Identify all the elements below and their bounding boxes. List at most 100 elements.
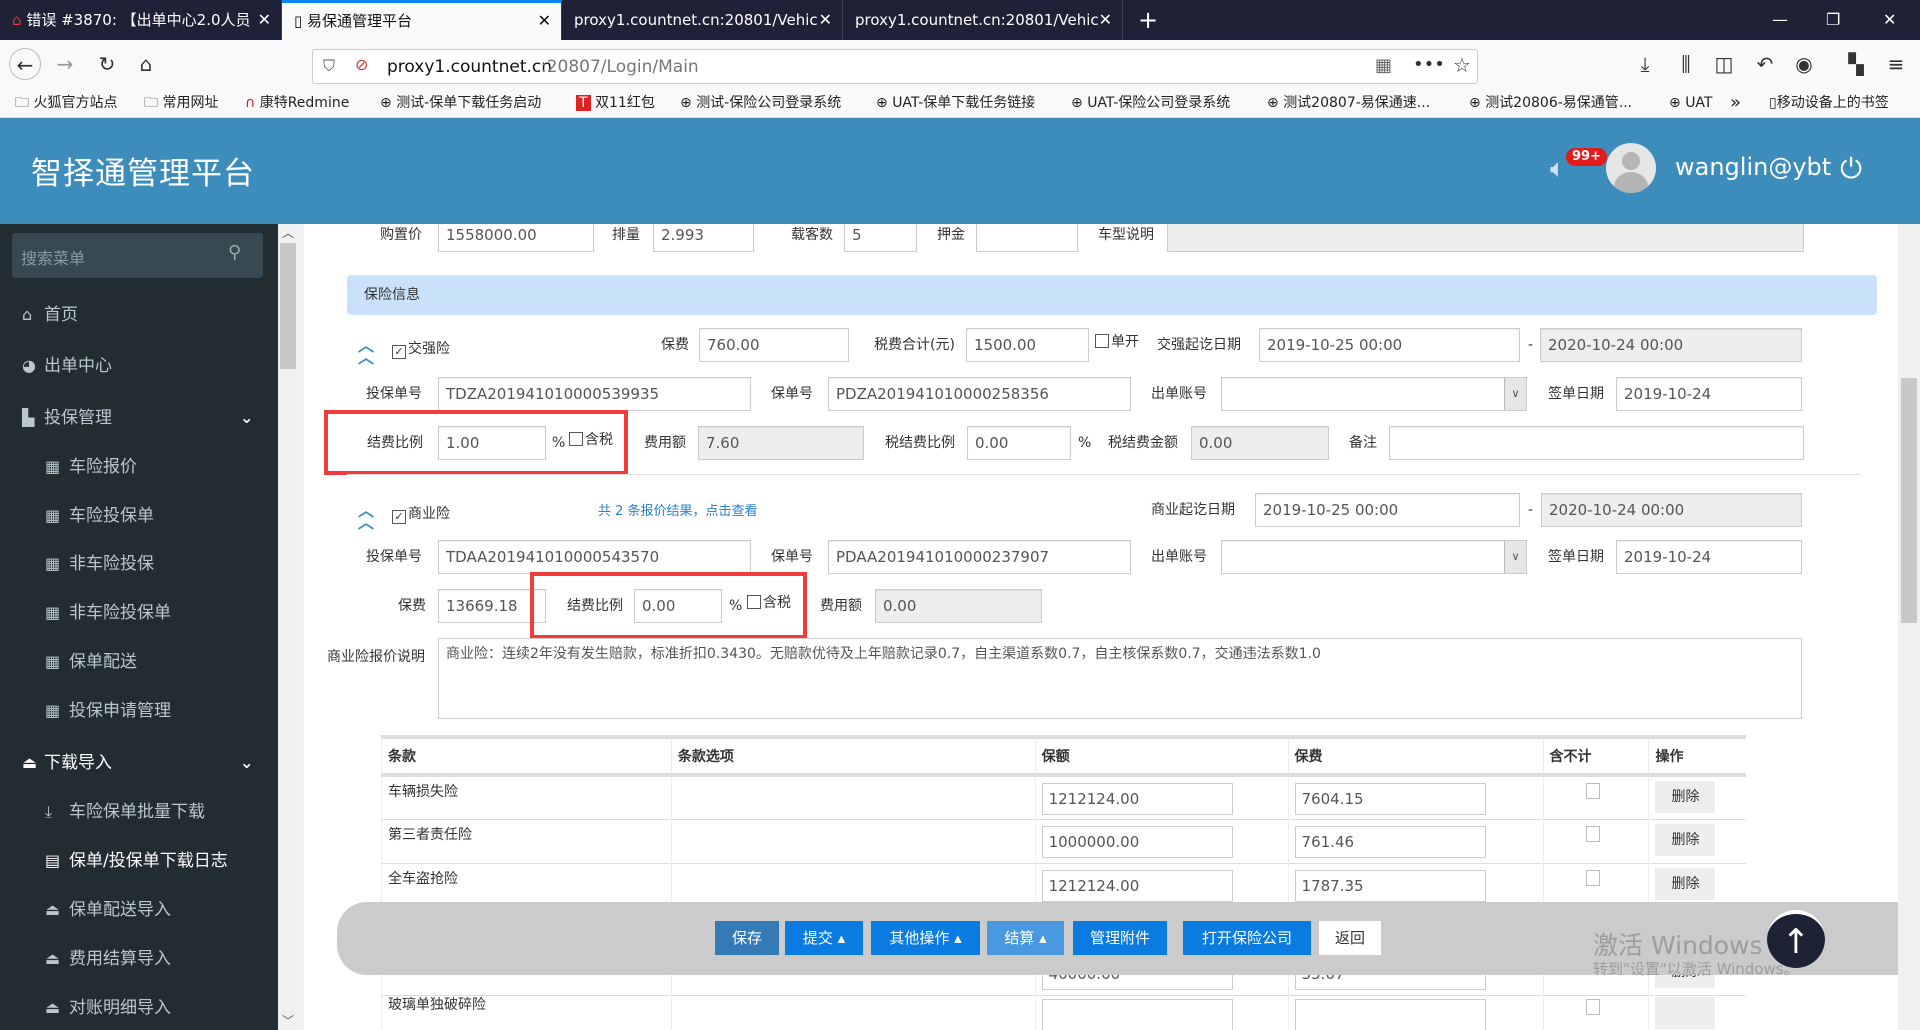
remark-input[interactable] (1389, 426, 1804, 460)
sign-date-input[interactable]: 2019-10-24 (1616, 540, 1802, 574)
bookmark-item[interactable]: ⊕ 测试20806-易保通管... (1469, 88, 1632, 118)
bookmark-star-icon[interactable]: ☆ (1453, 53, 1471, 77)
start-date-input[interactable]: 2019-10-25 00:00 (1259, 328, 1520, 362)
sidebar-item-non-auto[interactable]: ▦ 非车险投保 (0, 542, 278, 586)
sidebar-item-download-log[interactable]: ▤ 保单/投保单下载日志 (0, 839, 278, 883)
sidebar-item-batch-download[interactable]: ⤓ 车险保单批量下载 (0, 790, 278, 834)
sidebar-item-issuance-center[interactable]: ◕ 出单中心 (0, 344, 278, 388)
tax-total-input[interactable]: 1500.00 (966, 328, 1089, 362)
sidebar-item-reconcile-import[interactable]: ⏏ 对账明细导入 (0, 986, 278, 1030)
minimize-icon[interactable]: — (1772, 0, 1788, 40)
bookmark-item[interactable]: ∩ 康特Redmine (245, 88, 349, 118)
delete-button[interactable]: 删除 (1655, 823, 1716, 856)
policy-input[interactable]: PDAA201941010000237907 (828, 540, 1131, 574)
compulsory-checkbox[interactable]: ✓ 交强险 (392, 332, 450, 366)
page-scrollbar[interactable] (1898, 224, 1920, 1030)
delete-button[interactable] (1655, 996, 1716, 1029)
account-select[interactable]: ∨ (1221, 540, 1527, 574)
quote-results-link[interactable]: 共 2 条报价结果，点击查看 (598, 495, 758, 529)
end-date-input[interactable]: 2020-10-24 00:00 (1541, 493, 1802, 527)
tab-redmine-error[interactable]: ⌂ 错误 #3870: 【出单中心2.0人员 ✕ (0, 0, 282, 40)
power-icon[interactable]: ⏻ (1840, 152, 1862, 186)
bookmark-item[interactable]: ▯移动设备上的书签 (1769, 88, 1889, 118)
sidebar-item-quote[interactable]: ▦ 车险报价 (0, 445, 278, 489)
menu-search-input[interactable]: 搜索菜单 ⚲ (12, 233, 263, 278)
no-deductible-checkbox[interactable] (1585, 869, 1600, 886)
new-tab-button[interactable]: + (1138, 0, 1158, 40)
download-icon[interactable]: ⤓ (1629, 48, 1661, 80)
seats-input[interactable]: 5 (844, 224, 917, 252)
sidebar-item-proposal[interactable]: ▦ 车险投保单 (0, 494, 278, 538)
account-icon[interactable]: ◉ (1788, 48, 1820, 80)
sidebar-item-download-import[interactable]: ⏏ 下载导入 ⌄ (0, 741, 278, 785)
close-tab-icon[interactable]: ✕ (258, 0, 271, 40)
bookmark-item[interactable]: ⊕ 测试-保单下载任务启动 (380, 88, 541, 118)
start-date-input[interactable]: 2019-10-25 00:00 (1255, 493, 1520, 527)
bookmark-item[interactable]: ⊕ UAT-保险公司登录系统 (1071, 88, 1230, 118)
sidebar-item-home[interactable]: ⌂ 首页 (0, 293, 278, 337)
scrollbar-thumb[interactable] (280, 243, 296, 369)
avatar[interactable] (1606, 143, 1656, 193)
sidebar-item-delivery-import[interactable]: ⏏ 保单配送导入 (0, 888, 278, 932)
amount-input[interactable] (1041, 998, 1233, 1030)
more-icon[interactable]: ••• (1413, 54, 1445, 75)
back-to-top-icon[interactable]: ↑ (1767, 910, 1825, 968)
back-icon[interactable]: ← (9, 48, 41, 80)
tax-fee-ratio-input[interactable]: 0.00 (967, 426, 1071, 460)
tab-proxy-2[interactable]: proxy1.countnet.cn:20801/Vehic ✕ (843, 0, 1123, 40)
scrollbar-thumb[interactable] (1901, 378, 1917, 623)
sidebar-item-application[interactable]: ▦ 投保申请管理 (0, 689, 278, 733)
home-icon[interactable]: ⌂ (130, 48, 162, 80)
delete-button[interactable]: 删除 (1655, 781, 1716, 813)
extensions-icon[interactable]: ▚ (1840, 48, 1872, 80)
bookmark-item[interactable]: ⊕ 测试-保险公司登录系统 (680, 88, 841, 118)
bookmark-item[interactable]: T 双11红包 (576, 88, 655, 118)
save-button[interactable]: 保存 (715, 921, 779, 955)
deposit-input[interactable] (976, 224, 1078, 252)
sidebar-item-insurance-management[interactable]: ▙ 投保管理 ⌄ (0, 396, 278, 440)
tab-platform[interactable]: ▯ 易保通管理平台 ✕ (282, 0, 562, 40)
commercial-checkbox[interactable]: ✓ 商业险 (392, 497, 450, 531)
collapse-icon[interactable]: ︿ ︿ (358, 503, 374, 531)
reload-icon[interactable]: ↻ (91, 48, 123, 80)
no-deductible-checkbox[interactable] (1585, 783, 1600, 799)
account-select[interactable]: ∨ (1221, 377, 1527, 411)
qr-code-icon[interactable]: ▦ (1375, 55, 1392, 76)
menu-icon[interactable]: ≡ (1880, 48, 1912, 80)
restore-icon[interactable]: ❐ (1826, 0, 1840, 40)
price-input[interactable]: 1558000.00 (438, 224, 594, 252)
premium-input[interactable] (1294, 998, 1486, 1030)
submit-button[interactable]: 提交 ▴ (785, 921, 863, 955)
end-date-input[interactable]: 2020-10-24 00:00 (1540, 328, 1802, 362)
tax-fee-amount-input[interactable]: 0.00 (1191, 426, 1329, 460)
premium-input[interactable]: 1787.35 (1294, 869, 1486, 902)
policy-input[interactable]: PDZA201941010000258356 (828, 377, 1131, 411)
sidebar-item-fee-import[interactable]: ⏏ 费用结算导入 (0, 937, 278, 981)
library-icon[interactable]: ⫼ (1670, 48, 1702, 80)
scroll-down-icon[interactable]: ﹀ (282, 1012, 294, 1029)
settle-button[interactable]: 结算 ▴ (987, 921, 1064, 955)
username[interactable]: wanglin@ybt (1675, 153, 1831, 181)
search-icon[interactable]: ⚲ (228, 242, 241, 263)
amount-input[interactable]: 1212124.00 (1041, 783, 1233, 815)
sidebar-icon[interactable]: ◫ (1708, 48, 1740, 80)
bookmark-item[interactable]: 🗀 常用网址 (144, 88, 218, 118)
delete-button[interactable]: 删除 (1655, 867, 1716, 900)
fee-amount-input[interactable]: 0.00 (875, 589, 1042, 623)
no-deductible-checkbox[interactable] (1585, 825, 1600, 842)
no-deductible-checkbox[interactable] (1585, 998, 1600, 1015)
bookmark-item[interactable]: ⊕ 测试20807-易保通速... (1267, 88, 1430, 118)
sidebar-item-non-auto-proposal[interactable]: ▦ 非车险投保单 (0, 591, 278, 635)
close-window-icon[interactable]: ✕ (1883, 0, 1896, 40)
tab-proxy-1[interactable]: proxy1.countnet.cn:20801/Vehic ✕ (562, 0, 843, 40)
url-bar[interactable]: ⛉ ⊘ proxy1.countnet.cn :20807/Login/Main… (312, 49, 1478, 84)
open-insurer-button[interactable]: 打开保险公司 (1183, 921, 1311, 955)
sign-date-input[interactable]: 2019-10-24 (1616, 377, 1802, 411)
model-desc-input[interactable] (1167, 224, 1804, 252)
undo-icon[interactable]: ↶ (1749, 48, 1781, 80)
proposal-input[interactable]: TDZA201941010000539935 (438, 377, 751, 411)
manage-attachments-button[interactable]: 管理附件 (1073, 921, 1167, 955)
collapse-icon[interactable]: ︿ ︿ (358, 338, 374, 366)
other-actions-button[interactable]: 其他操作 ▴ (871, 921, 980, 955)
separate-checkbox[interactable]: 单开 (1095, 325, 1139, 359)
